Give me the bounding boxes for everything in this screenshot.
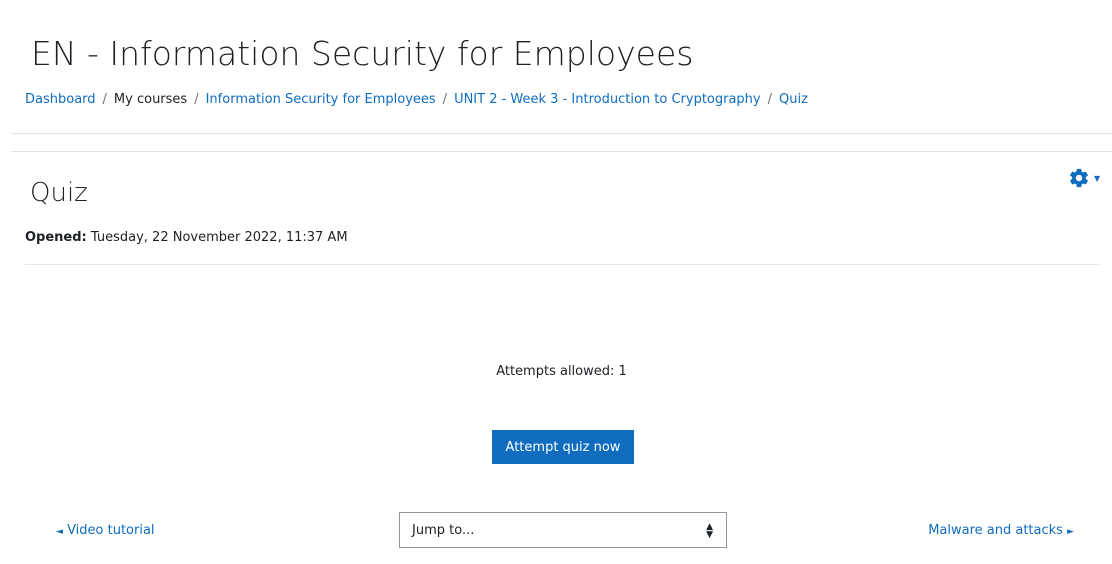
breadcrumb-separator: /	[194, 92, 199, 107]
jump-to-select[interactable]: Jump to... ▲ ▼	[399, 512, 727, 548]
caret-down-icon: ▼	[1094, 173, 1101, 183]
breadcrumb-quiz[interactable]: Quiz	[779, 90, 808, 110]
next-activity-label: Malware and attacks	[928, 523, 1063, 538]
breadcrumb-separator: /	[767, 92, 773, 107]
breadcrumb: Dashboard / My courses / Information Sec…	[25, 90, 808, 110]
attempt-quiz-button[interactable]: Attempt quiz now	[492, 430, 634, 464]
breadcrumb-dashboard[interactable]: Dashboard	[25, 90, 96, 110]
breadcrumb-course[interactable]: Information Security for Employees	[206, 90, 436, 110]
next-activity-link[interactable]: Malware and attacks ►	[928, 521, 1074, 542]
opened-label: Opened:	[25, 230, 87, 245]
breadcrumb-my-courses: My courses	[113, 92, 188, 107]
jump-to-value: Jump to...	[412, 523, 475, 538]
gear-icon	[1070, 168, 1088, 188]
dates-divider	[25, 264, 1100, 265]
breadcrumb-section[interactable]: UNIT 2 - Week 3 - Introduction to Crypto…	[454, 90, 761, 110]
opened-date: Opened: Tuesday, 22 November 2022, 11:37…	[25, 229, 348, 247]
attempts-allowed: Attempts allowed: 1	[496, 364, 627, 379]
header-divider	[11, 133, 1112, 134]
sort-arrows-icon: ▲ ▼	[706, 522, 713, 540]
previous-activity-label: Video tutorial	[67, 523, 155, 538]
page-title: Quiz	[30, 178, 88, 208]
opened-value: Tuesday, 22 November 2022, 11:37 AM	[90, 230, 348, 245]
arrow-right-icon: ►	[1067, 527, 1074, 537]
content-divider	[11, 151, 1112, 152]
breadcrumb-separator: /	[102, 92, 107, 107]
course-title: EN - Information Security for Employees	[31, 34, 694, 73]
activity-settings-menu[interactable]: ▼	[1068, 167, 1110, 189]
previous-activity-link[interactable]: ◄ Video tutorial	[56, 521, 155, 542]
breadcrumb-separator: /	[442, 92, 448, 107]
arrow-left-icon: ◄	[56, 527, 63, 537]
